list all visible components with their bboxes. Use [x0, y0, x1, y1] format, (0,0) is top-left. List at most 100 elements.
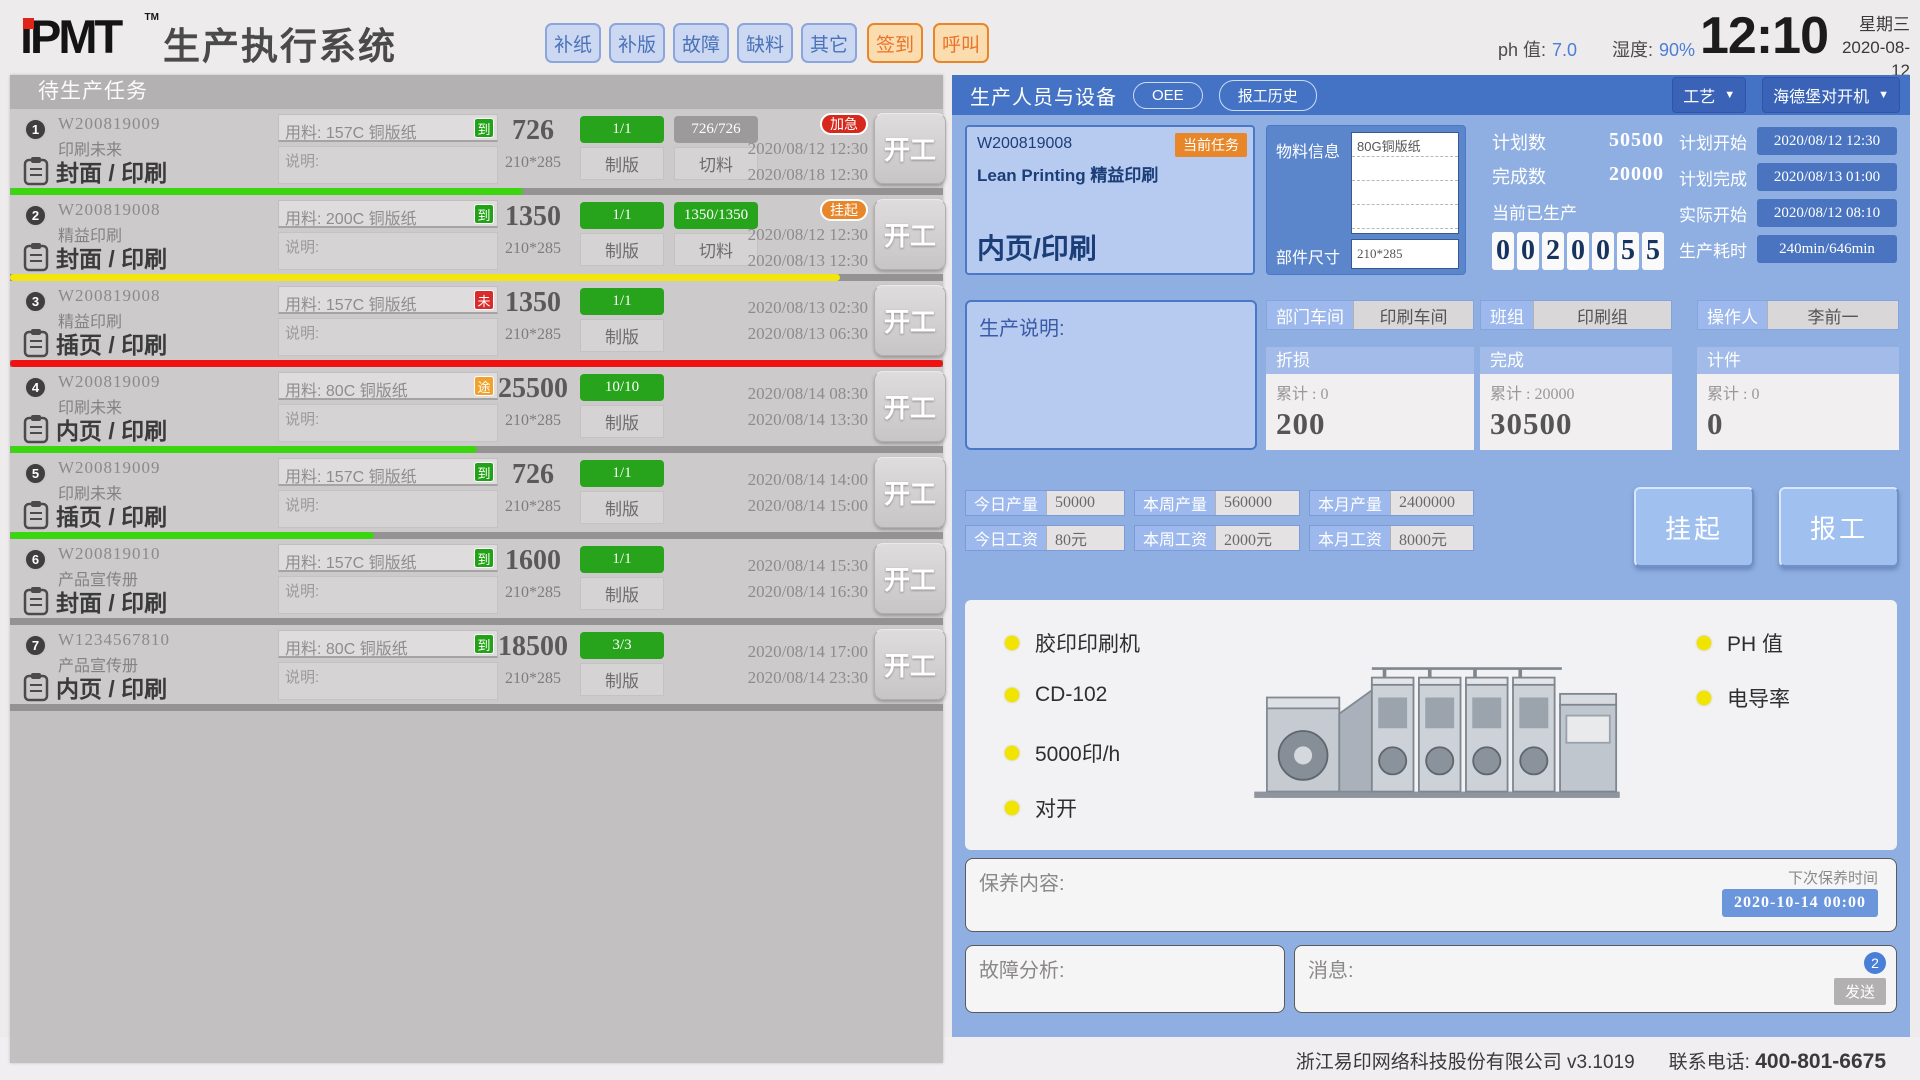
- start-work-button[interactable]: 开工: [874, 371, 946, 442]
- clipboard-icon: [22, 156, 50, 186]
- task-quantity: 1600: [494, 545, 572, 577]
- logo-text: iPMT: [20, 10, 120, 63]
- task-start-time: 2020/08/13 02:30: [748, 298, 868, 318]
- material-status-badge: 到: [474, 462, 494, 482]
- task-step-制版: 1/1制版: [580, 460, 664, 524]
- task-order-id: W200819008: [58, 200, 161, 220]
- footer-company: 浙江易印网络科技股份有限公司 v3.1019: [1296, 1047, 1635, 1074]
- schedule-value: 2020/08/12 08:10: [1757, 199, 1897, 227]
- production-panel-body: W200819008 当前任务 Lean Printing 精益印刷 内页/印刷…: [952, 115, 1910, 1037]
- task-number-badge: 2: [24, 204, 47, 227]
- task-separator: [10, 704, 943, 711]
- task-quantity: 1350: [494, 287, 572, 319]
- ph-value: 7.0: [1552, 40, 1577, 60]
- header-button-故障[interactable]: 故障: [673, 23, 729, 63]
- fault-analysis-label: 故障分析:: [979, 960, 1065, 982]
- task-note-field: 说明:: [278, 318, 498, 356]
- task-material-text: 用料: 157C 铜版纸: [285, 469, 417, 486]
- current-task-stage: 内页/印刷: [977, 227, 1097, 267]
- report-work-button[interactable]: 报工: [1779, 487, 1899, 567]
- report-history-button[interactable]: 报工历史: [1219, 80, 1317, 111]
- start-work-button[interactable]: 开工: [874, 629, 946, 700]
- task-stage: 内页 / 印刷: [56, 670, 167, 704]
- start-work-button[interactable]: 开工: [874, 113, 946, 184]
- wage-chips-row: 今日工资80元本周工资2000元本月工资8000元: [965, 525, 1474, 551]
- header-button-补版[interactable]: 补版: [609, 23, 665, 63]
- fault-analysis-box[interactable]: 故障分析:: [965, 945, 1285, 1013]
- machine-feature-text: 对开: [1035, 793, 1077, 823]
- task-end-time: 2020/08/13 12:30: [748, 251, 868, 271]
- material-status-badge: 到: [474, 548, 494, 568]
- header-button-其它[interactable]: 其它: [801, 23, 857, 63]
- task-end-time: 2020/08/14 16:30: [748, 582, 868, 602]
- stat-card-折损: 折损累计 : 0200: [1266, 347, 1474, 450]
- step-label: 制版: [580, 319, 664, 352]
- output-chip-今日产量: 今日产量50000: [965, 490, 1125, 516]
- output-chip-label: 本周产量: [1135, 491, 1215, 515]
- task-step-制版: 1/1制版: [580, 202, 664, 266]
- task-start-time: 2020/08/14 14:00: [748, 470, 868, 490]
- priority-badge: 挂起: [820, 199, 868, 221]
- output-chip-label: 今日产量: [966, 491, 1046, 515]
- task-row: 2W200819008精益印刷封面 / 印刷用料: 200C 铜版纸到说明:13…: [10, 195, 943, 274]
- start-work-button[interactable]: 开工: [874, 457, 946, 528]
- material-status-badge: 途: [474, 376, 494, 396]
- step-label: 制版: [580, 663, 664, 696]
- material-list: 80G铜版纸: [1351, 132, 1459, 234]
- task-progress-bar: [10, 532, 374, 539]
- task-progress-bar: [10, 446, 477, 453]
- bullet-icon: [1005, 746, 1019, 760]
- task-size: 210*285: [494, 326, 572, 344]
- machine-dropdown-label: 海德堡对开机: [1773, 83, 1869, 107]
- message-box[interactable]: 消息: 2 发送: [1294, 945, 1897, 1013]
- process-dropdown[interactable]: 工艺▼: [1672, 77, 1746, 113]
- step-progress-badge: 1/1: [580, 460, 664, 487]
- schedule-label: 实际开始: [1679, 201, 1751, 226]
- task-size: 210*285: [494, 412, 572, 430]
- schedule-column: 计划开始2020/08/12 12:30计划完成2020/08/13 01:00…: [1679, 127, 1897, 263]
- start-work-button[interactable]: 开工: [874, 199, 946, 270]
- task-separator: [10, 446, 943, 453]
- counter-digit: 5: [1617, 232, 1639, 270]
- schedule-row: 生产耗时240min/646min: [1679, 235, 1897, 263]
- task-dates: 挂起2020/08/12 12:302020/08/13 12:30: [700, 195, 868, 274]
- start-work-button[interactable]: 开工: [874, 285, 946, 356]
- stat-card-body: 累计 : 00: [1697, 374, 1899, 450]
- info-chip-label: 操作人: [1698, 301, 1767, 329]
- task-step-制版: 10/10制版: [580, 374, 664, 438]
- oee-button[interactable]: OEE: [1133, 82, 1203, 109]
- material-item-empty: [1352, 157, 1458, 181]
- schedule-row: 实际开始2020/08/12 08:10: [1679, 199, 1897, 227]
- material-status-badge: 未: [474, 290, 494, 310]
- header-button-缺料[interactable]: 缺料: [737, 23, 793, 63]
- stat-card-cumulative: 累计 : 0: [1276, 380, 1464, 404]
- part-size-label: 部件尺寸: [1276, 244, 1340, 268]
- task-note-field: 说明:: [278, 232, 498, 270]
- task-material-field: 用料: 157C 铜版纸到: [278, 114, 498, 142]
- task-material-text: 用料: 80C 铜版纸: [285, 383, 408, 400]
- stat-card-body: 累计 : 0200: [1266, 374, 1474, 450]
- task-note-field: 说明:: [278, 490, 498, 528]
- pending-tasks-panel: 待生产任务 1W200819009印刷未来封面 / 印刷用料: 157C 铜版纸…: [10, 75, 943, 1063]
- step-progress-badge: 1/1: [580, 288, 664, 315]
- suspend-button[interactable]: 挂起: [1634, 487, 1754, 567]
- start-work-button[interactable]: 开工: [874, 543, 946, 614]
- stat-card-title: 完成: [1480, 347, 1672, 374]
- task-material-field: 用料: 80C 铜版纸 途: [278, 372, 498, 400]
- header-button-呼叫[interactable]: 呼叫: [933, 23, 989, 63]
- schedule-value: 240min/646min: [1757, 235, 1897, 263]
- printing-press-image: [1247, 614, 1627, 819]
- send-button[interactable]: 发送: [1834, 978, 1886, 1005]
- header-button-签到[interactable]: 签到: [867, 23, 923, 63]
- footer-phone: 联系电话: 400-801-6675: [1669, 1047, 1886, 1074]
- header-button-补纸[interactable]: 补纸: [545, 23, 601, 63]
- material-info-card: 物料信息 80G铜版纸 部件尺寸 210*285: [1266, 125, 1466, 275]
- output-chip-value: 80元: [1046, 526, 1124, 550]
- machine-dropdown[interactable]: 海德堡对开机▼: [1762, 77, 1900, 113]
- task-start-time: 2020/08/14 08:30: [748, 384, 868, 404]
- task-size: 210*285: [494, 240, 572, 258]
- priority-badge: 加急: [820, 113, 868, 135]
- machine-feature: 5000印/h: [1005, 738, 1120, 768]
- task-row: 4W200819009印刷未来内页 / 印刷用料: 80C 铜版纸途说明:255…: [10, 367, 943, 446]
- machine-metric: PH 值: [1697, 628, 1783, 658]
